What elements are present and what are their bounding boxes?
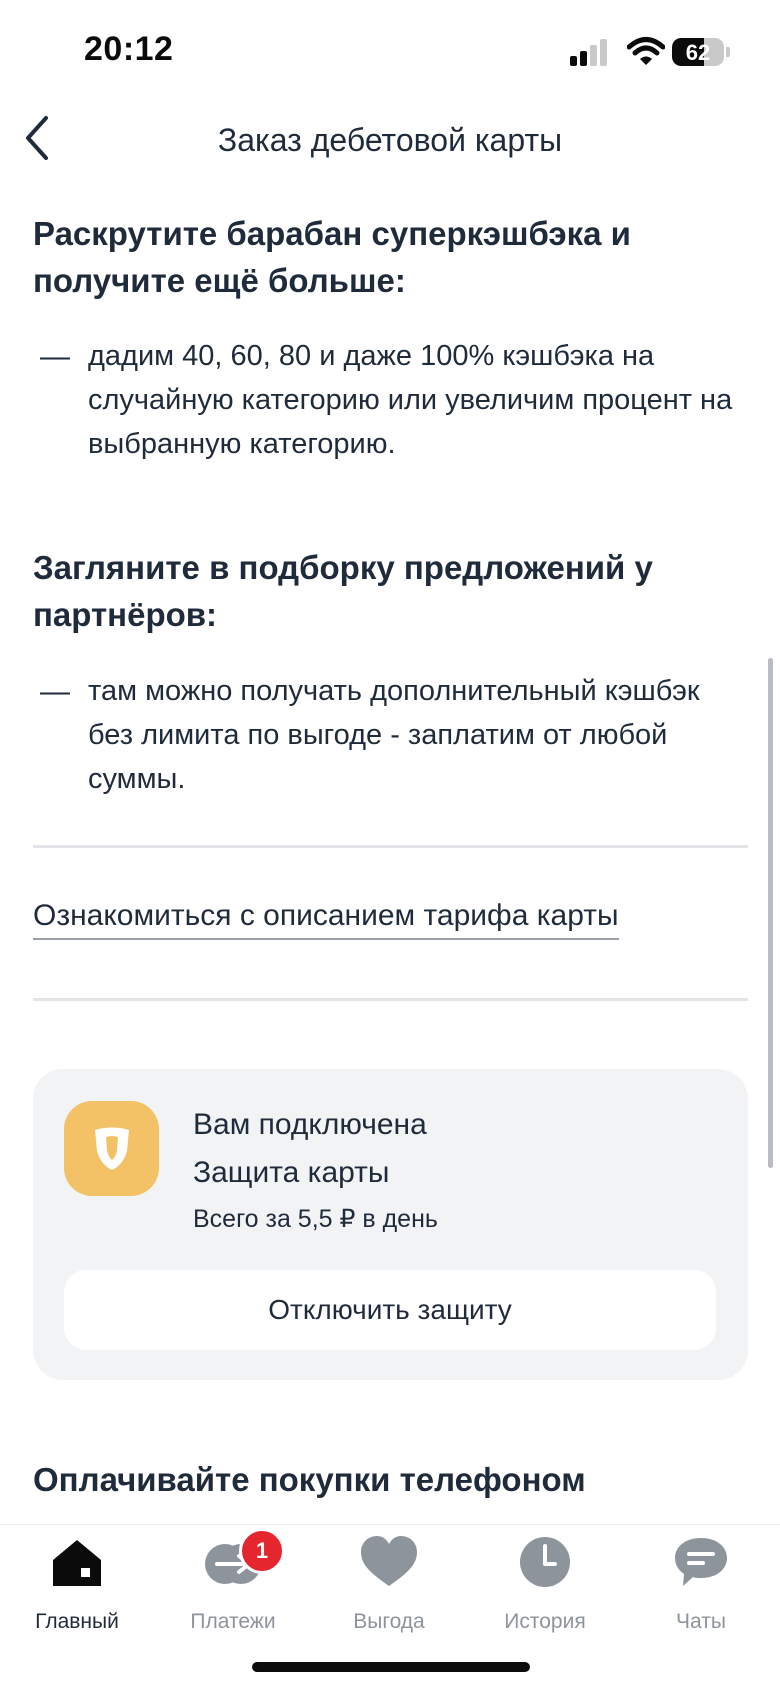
battery-tip: [726, 47, 730, 57]
protection-name: Защита карты: [193, 1156, 390, 1189]
bullet-dash: —: [40, 675, 70, 708]
section-heading-supercashback: Раскрутите барабан суперкэшбэка и получи…: [33, 215, 631, 299]
protection-status-text: Вам подключена: [193, 1108, 427, 1141]
tab-label: Платежи: [190, 1610, 276, 1633]
tab-benefits[interactable]: Выгода: [314, 1534, 464, 1634]
protection-price: Всего за 5,5 ₽ в день: [193, 1205, 438, 1233]
card-protection-tile: [64, 1101, 159, 1196]
battery-percent: 62: [685, 40, 711, 65]
section-heading-phone-pay: Оплачивайте покупки телефоном: [33, 1461, 586, 1498]
tab-label: Главный: [35, 1610, 119, 1633]
bullet-dash: —: [40, 340, 70, 373]
tariff-description-link[interactable]: Ознакомиться с описанием тарифа карты: [33, 896, 619, 940]
tab-chats[interactable]: Чаты: [626, 1534, 776, 1634]
disable-protection-button[interactable]: Отключить защиту: [64, 1270, 716, 1350]
bullet-text-supercashback: дадим 40, 60, 80 и даже 100% кэшбэка на …: [88, 340, 733, 460]
shield-icon: [95, 1127, 129, 1170]
cellular-signal-icon: [570, 38, 610, 66]
tab-label: Чаты: [676, 1610, 726, 1633]
battery-icon: 62: [672, 38, 724, 66]
scrollbar[interactable]: [768, 658, 773, 1168]
wifi-icon: [627, 37, 665, 65]
tab-history[interactable]: История: [470, 1534, 620, 1634]
tab-label: Выгода: [353, 1610, 425, 1633]
section-heading-partners: Загляните в подборку предложений у партн…: [33, 549, 653, 633]
home-indicator[interactable]: [252, 1662, 530, 1672]
home-icon: [53, 1540, 101, 1586]
divider: [33, 998, 748, 1001]
status-time: 20:12: [84, 30, 174, 68]
divider: [33, 845, 748, 848]
chat-icon: [675, 1538, 727, 1586]
bullet-text-partners: там можно получать дополнительный кэшбэк…: [88, 675, 700, 795]
tab-home[interactable]: Главный: [2, 1534, 152, 1634]
page-title: Заказ дебетовой карты: [217, 122, 563, 158]
tab-payments[interactable]: 1 Платежи: [158, 1528, 308, 1634]
clock-icon: [520, 1537, 570, 1587]
heart-icon: [361, 1536, 417, 1586]
tab-label: История: [504, 1610, 586, 1633]
payments-badge: 1: [239, 1528, 285, 1574]
